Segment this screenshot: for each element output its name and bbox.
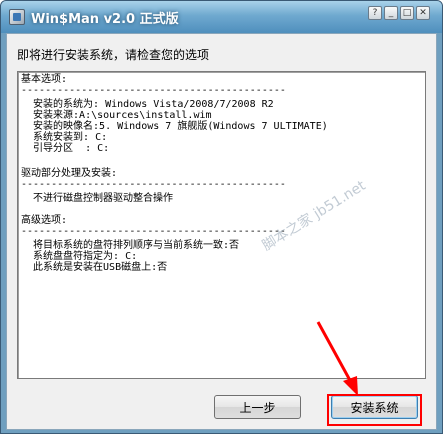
summary-line: ----------------------------------------… xyxy=(21,226,286,237)
summary-line: 安装的映像名:5. Windows 7 旗舰版(Windows 7 ULTIMA… xyxy=(21,121,328,132)
summary-line: 此系统是安装在USB磁盘上:否 xyxy=(21,262,168,273)
summary-line: 高级选项: xyxy=(21,215,68,226)
summary-line: 引导分区 : C: xyxy=(21,143,110,154)
minimize-button[interactable]: _ xyxy=(384,6,398,20)
summary-line: 系统安装到: C: xyxy=(21,132,108,143)
back-button[interactable]: 上一步 xyxy=(214,395,301,419)
summary-line: 驱动部分处理及安装: xyxy=(21,168,118,179)
summary-line: 安装的系统为: Windows Vista/2008/7/2008 R2 xyxy=(21,99,274,110)
summary-line: 不进行磁盘控制器驱动整合操作 xyxy=(21,193,174,204)
options-summary-list[interactable]: 基本选项: ----------------------------------… xyxy=(17,71,426,379)
summary-line: ----------------------------------------… xyxy=(21,179,286,190)
help-button[interactable]: ? xyxy=(368,6,382,20)
summary-line: 安装来源:A:\sources\install.wim xyxy=(21,110,212,121)
annotation-highlight-box xyxy=(327,394,422,426)
confirm-instruction: 即将进行安装系统，请检查您的选项 xyxy=(17,48,210,62)
summary-line: 基本选项: xyxy=(21,74,68,85)
title-bar[interactable]: Win$Man v2.0 正式版 ? _ □ ✕ xyxy=(1,1,442,33)
summary-line: 将目标系统的盘符排列顺序与当前系统一致:否 xyxy=(21,240,240,251)
maximize-button[interactable]: □ xyxy=(400,6,414,20)
window-title: Win$Man v2.0 正式版 xyxy=(31,12,179,27)
app-icon xyxy=(9,9,25,25)
summary-line: ----------------------------------------… xyxy=(21,85,286,96)
close-button[interactable]: ✕ xyxy=(416,6,430,20)
installer-window: Win$Man v2.0 正式版 ? _ □ ✕ 即将进行安装系统，请检查您的选… xyxy=(0,0,443,434)
dialog-client-area: 即将进行安装系统，请检查您的选项 基本选项: -----------------… xyxy=(6,33,437,430)
summary-line: 系统盘盘符指定为: C: xyxy=(21,251,138,262)
